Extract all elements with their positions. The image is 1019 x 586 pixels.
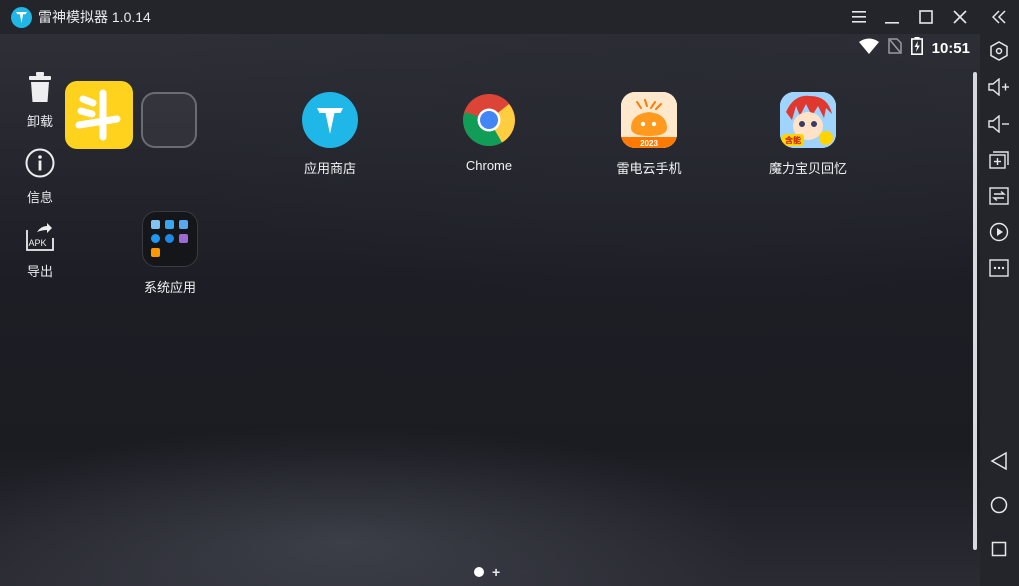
back-icon[interactable] [987, 449, 1011, 473]
export-label: 导出 [26, 264, 53, 279]
app-molibaobei[interactable]: 含能 魔力宝贝回忆 [753, 92, 863, 177]
apk-export-icon: APK [25, 222, 55, 257]
page-dot-active[interactable] [474, 567, 484, 577]
svg-text:含能: 含能 [785, 135, 801, 145]
battery-charging-icon [910, 36, 923, 60]
system-apps-folder-icon [142, 211, 198, 267]
collapse-icon[interactable] [987, 5, 1011, 29]
app-logo-icon [11, 7, 32, 28]
android-home-screen[interactable]: 10:51 卸载 信息 APK 导出 应用商店 Chrome 2023 雷电云手… [0, 34, 980, 586]
chrome-icon [461, 92, 517, 148]
svg-text:2023: 2023 [640, 139, 658, 148]
empty-slot-icon [141, 92, 197, 148]
info-icon [25, 148, 55, 183]
chrome-label: Chrome [465, 158, 513, 173]
app-system-apps-folder[interactable]: 系统应用 [115, 211, 225, 296]
svg-text:APK: APK [29, 238, 47, 248]
leidian-cloud-icon: 2023 [621, 92, 677, 148]
info-button[interactable]: 信息 [18, 148, 62, 206]
screen-scrollbar[interactable] [973, 72, 977, 550]
minimize-icon[interactable] [880, 5, 904, 29]
volume-down-icon[interactable] [987, 112, 1011, 136]
leidian-cloud-label: 雷电云手机 [616, 161, 682, 176]
page-indicator: + [474, 565, 500, 579]
status-bar: 10:51 [858, 36, 970, 60]
app-app-store[interactable]: 应用商店 [275, 92, 385, 177]
app-chrome[interactable]: Chrome [434, 92, 544, 173]
home-icon[interactable] [987, 493, 1011, 517]
status-clock: 10:51 [931, 39, 970, 57]
molibaobei-icon: 含能 [780, 92, 836, 148]
menu-icon[interactable] [847, 5, 871, 29]
more-icon[interactable] [987, 256, 1011, 280]
side-toolbar [980, 0, 1019, 586]
app-leidian-cloud[interactable]: 2023 雷电云手机 [594, 92, 704, 177]
add-page-button[interactable]: + [492, 565, 500, 579]
settings-icon[interactable] [987, 39, 1011, 63]
wifi-icon [858, 38, 879, 59]
system-apps-label: 系统应用 [143, 280, 196, 295]
info-label: 信息 [26, 190, 53, 205]
export-button[interactable]: APK 导出 [18, 222, 62, 280]
window-title: 雷神模拟器 1.0.14 [38, 9, 151, 25]
app-store-icon [302, 92, 358, 148]
close-icon[interactable] [948, 5, 972, 29]
add-app-icon[interactable] [987, 148, 1011, 172]
maximize-icon[interactable] [914, 5, 938, 29]
emulator-window: 雷神模拟器 1.0.14 10:51 卸载 信息 APK 导出 应用商店 Chr… [0, 0, 1019, 586]
recents-icon[interactable] [987, 537, 1011, 561]
title-bar[interactable]: 雷神模拟器 1.0.14 [0, 0, 980, 34]
no-sim-icon [887, 37, 902, 59]
app-store-label: 应用商店 [303, 161, 356, 176]
molibaobei-label: 魔力宝贝回忆 [768, 161, 847, 176]
app-empty-slot[interactable] [114, 92, 224, 148]
volume-up-icon[interactable] [987, 75, 1011, 99]
record-icon[interactable] [987, 220, 1011, 244]
sync-icon[interactable] [987, 184, 1011, 208]
